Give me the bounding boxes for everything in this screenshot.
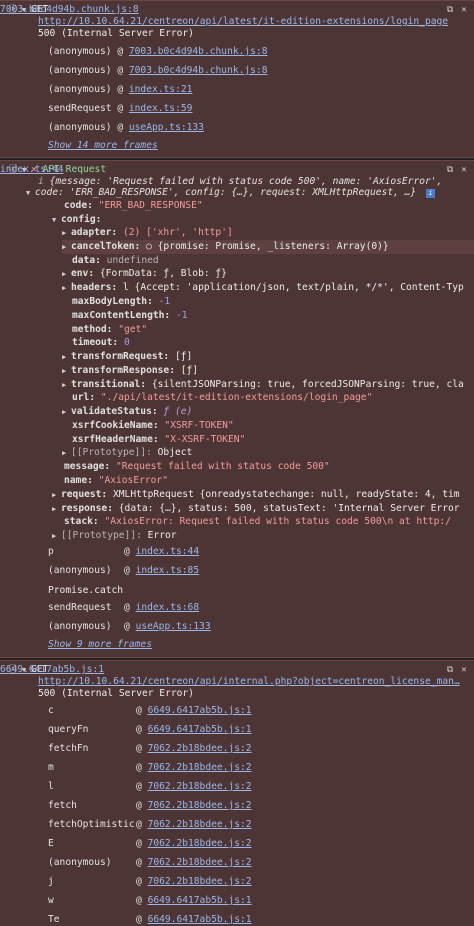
- triangle-right-icon: ▶: [62, 353, 67, 361]
- prop-prototype-error[interactable]: ▶ [[Prototype]]: Error: [52, 529, 177, 543]
- stack-frame: Te @ 6649.6417ab5b.js:1: [48, 914, 252, 925]
- copy-icon[interactable]: ⧉: [445, 165, 455, 175]
- stack-frame: E @ 7062.2b18bdee.js:2: [48, 838, 252, 849]
- stack-frame: m @ 7062.2b18bdee.js:2: [48, 762, 252, 773]
- stack-frame: c @ 6649.6417ab5b.js:1: [48, 705, 252, 716]
- prop-headers[interactable]: ▶ headers: l {Accept: 'application/json, …: [62, 281, 464, 295]
- triangle-down-icon[interactable]: ▼: [26, 186, 35, 200]
- prop-max-body-length: maxBodyLength: -1: [72, 296, 171, 307]
- prop-env[interactable]: ▶ env: {FormData: ƒ, Blob: ƒ}: [62, 267, 227, 281]
- stack-frame: (anonymous) @ index.ts:21: [48, 84, 193, 95]
- prop-xsrf-cookie-name: xsrfCookieName: "XSRF-TOKEN": [72, 420, 234, 431]
- console-message-get-login-page: ⓧ ▼ GET 7003.b0c4d94b.chunk.js:8 ⧉ ✕ http…: [0, 0, 474, 158]
- prop-transform-request[interactable]: ▶ transformRequest: [ƒ]: [62, 350, 192, 364]
- stack-frame: (anonymous) @ useApp.ts:133: [48, 621, 211, 632]
- stack-frame: p @ index.ts:44: [48, 546, 200, 557]
- prop-prototype-object[interactable]: ▶ [[Prototype]]: Object: [62, 446, 192, 460]
- copy-icon[interactable]: ⧉: [445, 665, 455, 675]
- stack-frame: fetchOptimistic@ 7062.2b18bdee.js:2: [48, 819, 252, 830]
- stack-frame: (anonymous) @ 7003.b0c4d94b.chunk.js:8: [48, 46, 268, 57]
- prop-response[interactable]: ▶ response: {data: {…}, status: 500, stat…: [52, 502, 460, 516]
- stack-frame: j @ 7062.2b18bdee.js:2: [48, 876, 252, 887]
- prop-xsrf-header-name: xsrfHeaderName: "X-XSRF-TOKEN": [72, 434, 246, 445]
- show-more-frames-link[interactable]: Show 9 more frames: [48, 638, 152, 652]
- prop-method: method: "get": [72, 324, 148, 335]
- prop-url: url: "./api/latest/it-edition-extensions…: [72, 392, 373, 403]
- request-status: 500 (Internal Server Error): [38, 28, 194, 39]
- prop-max-content-length: maxContentLength: -1: [72, 310, 188, 321]
- stack-frame: (anonymous) @ useApp.ts:133: [48, 122, 204, 133]
- info-icon[interactable]: i: [426, 189, 435, 198]
- stack-frame: (anonymous) @ index.ts:85: [48, 565, 200, 576]
- triangle-right-icon: ▶: [62, 243, 67, 251]
- prop-stack: stack: "AxiosError: Request failed with …: [64, 516, 451, 527]
- prop-cancel-token[interactable]: ▶ cancelToken: ○ {promise: Promise, _list…: [62, 240, 474, 254]
- prop-config[interactable]: ▼ config:: [52, 213, 101, 227]
- triangle-right-icon: ▶: [62, 367, 67, 375]
- prop-code: code: "ERR_BAD_RESPONSE": [64, 200, 203, 211]
- prop-name: name: "AxiosError": [64, 475, 168, 486]
- stack-frame: sendRequest @ index.ts:59: [48, 103, 193, 114]
- stack-frame: (anonymous) @ 7062.2b18bdee.js:2: [48, 857, 252, 868]
- prop-timeout: timeout: 0: [72, 337, 130, 348]
- prop-adapter[interactable]: ▶ adapter: (2) ['xhr', 'http']: [62, 226, 233, 240]
- copy-icon[interactable]: ⧉: [445, 5, 455, 15]
- stack-frame: l @ 7062.2b18bdee.js:2: [48, 781, 252, 792]
- stack-frame: (anonymous) @ 7003.b0c4d94b.chunk.js:8: [48, 65, 268, 76]
- triangle-right-icon: ▶: [62, 449, 67, 457]
- triangle-right-icon: ▶: [62, 408, 67, 416]
- prop-validate-status[interactable]: ▶ validateStatus: ƒ (e): [62, 405, 192, 419]
- prop-request[interactable]: ▶ request: XMLHttpRequest {onreadystatech…: [52, 488, 460, 502]
- promise-catch-label: Promise.catch: [48, 585, 124, 596]
- close-icon[interactable]: ✕: [459, 5, 469, 15]
- triangle-right-icon: ▶: [52, 505, 57, 513]
- triangle-down-icon: ▼: [52, 216, 57, 224]
- triangle-right-icon: ▶: [62, 229, 67, 237]
- error-summary-line2[interactable]: ▼ code: 'ERR_BAD_RESPONSE', config: {…}, …: [26, 186, 435, 200]
- close-icon[interactable]: ✕: [459, 165, 469, 175]
- request-status: 500 (Internal Server Error): [38, 688, 194, 699]
- triangle-right-icon: ▶: [62, 381, 67, 389]
- close-icon[interactable]: ✕: [459, 665, 469, 675]
- triangle-right-icon: ▶: [52, 532, 57, 540]
- stack-frame: w @ 6649.6417ab5b.js:1: [48, 895, 252, 906]
- prop-data: data: undefined: [72, 255, 159, 266]
- prop-message: message: "Request failed with status cod…: [64, 461, 330, 472]
- prop-transitional[interactable]: ▶ transitional: {silentJSONParsing: true,…: [62, 378, 464, 392]
- console-message-get-license: ⓧ ▼ GET 6649.6417ab5b.js:1 ⧉ ✕ http://10.…: [0, 660, 474, 926]
- stack-frame: fetch @ 7062.2b18bdee.js:2: [48, 800, 252, 811]
- stack-frame: fetchFn @ 7062.2b18bdee.js:2: [48, 743, 252, 754]
- triangle-right-icon: ▶: [52, 491, 57, 499]
- stack-frame: sendRequest @ index.ts:68: [48, 602, 200, 613]
- triangle-right-icon: ▶: [62, 284, 67, 292]
- stack-frame: queryFn @ 6649.6417ab5b.js:1: [48, 724, 252, 735]
- console-message-api-request: ⓧ ▼ ✕ API Request index.ts:44 ⧉ ✕ i {mess…: [0, 160, 474, 658]
- prop-transform-response[interactable]: ▶ transformResponse: [ƒ]: [62, 364, 198, 378]
- show-more-frames-link[interactable]: Show 14 more frames: [48, 139, 158, 153]
- triangle-right-icon: ▶: [62, 270, 67, 278]
